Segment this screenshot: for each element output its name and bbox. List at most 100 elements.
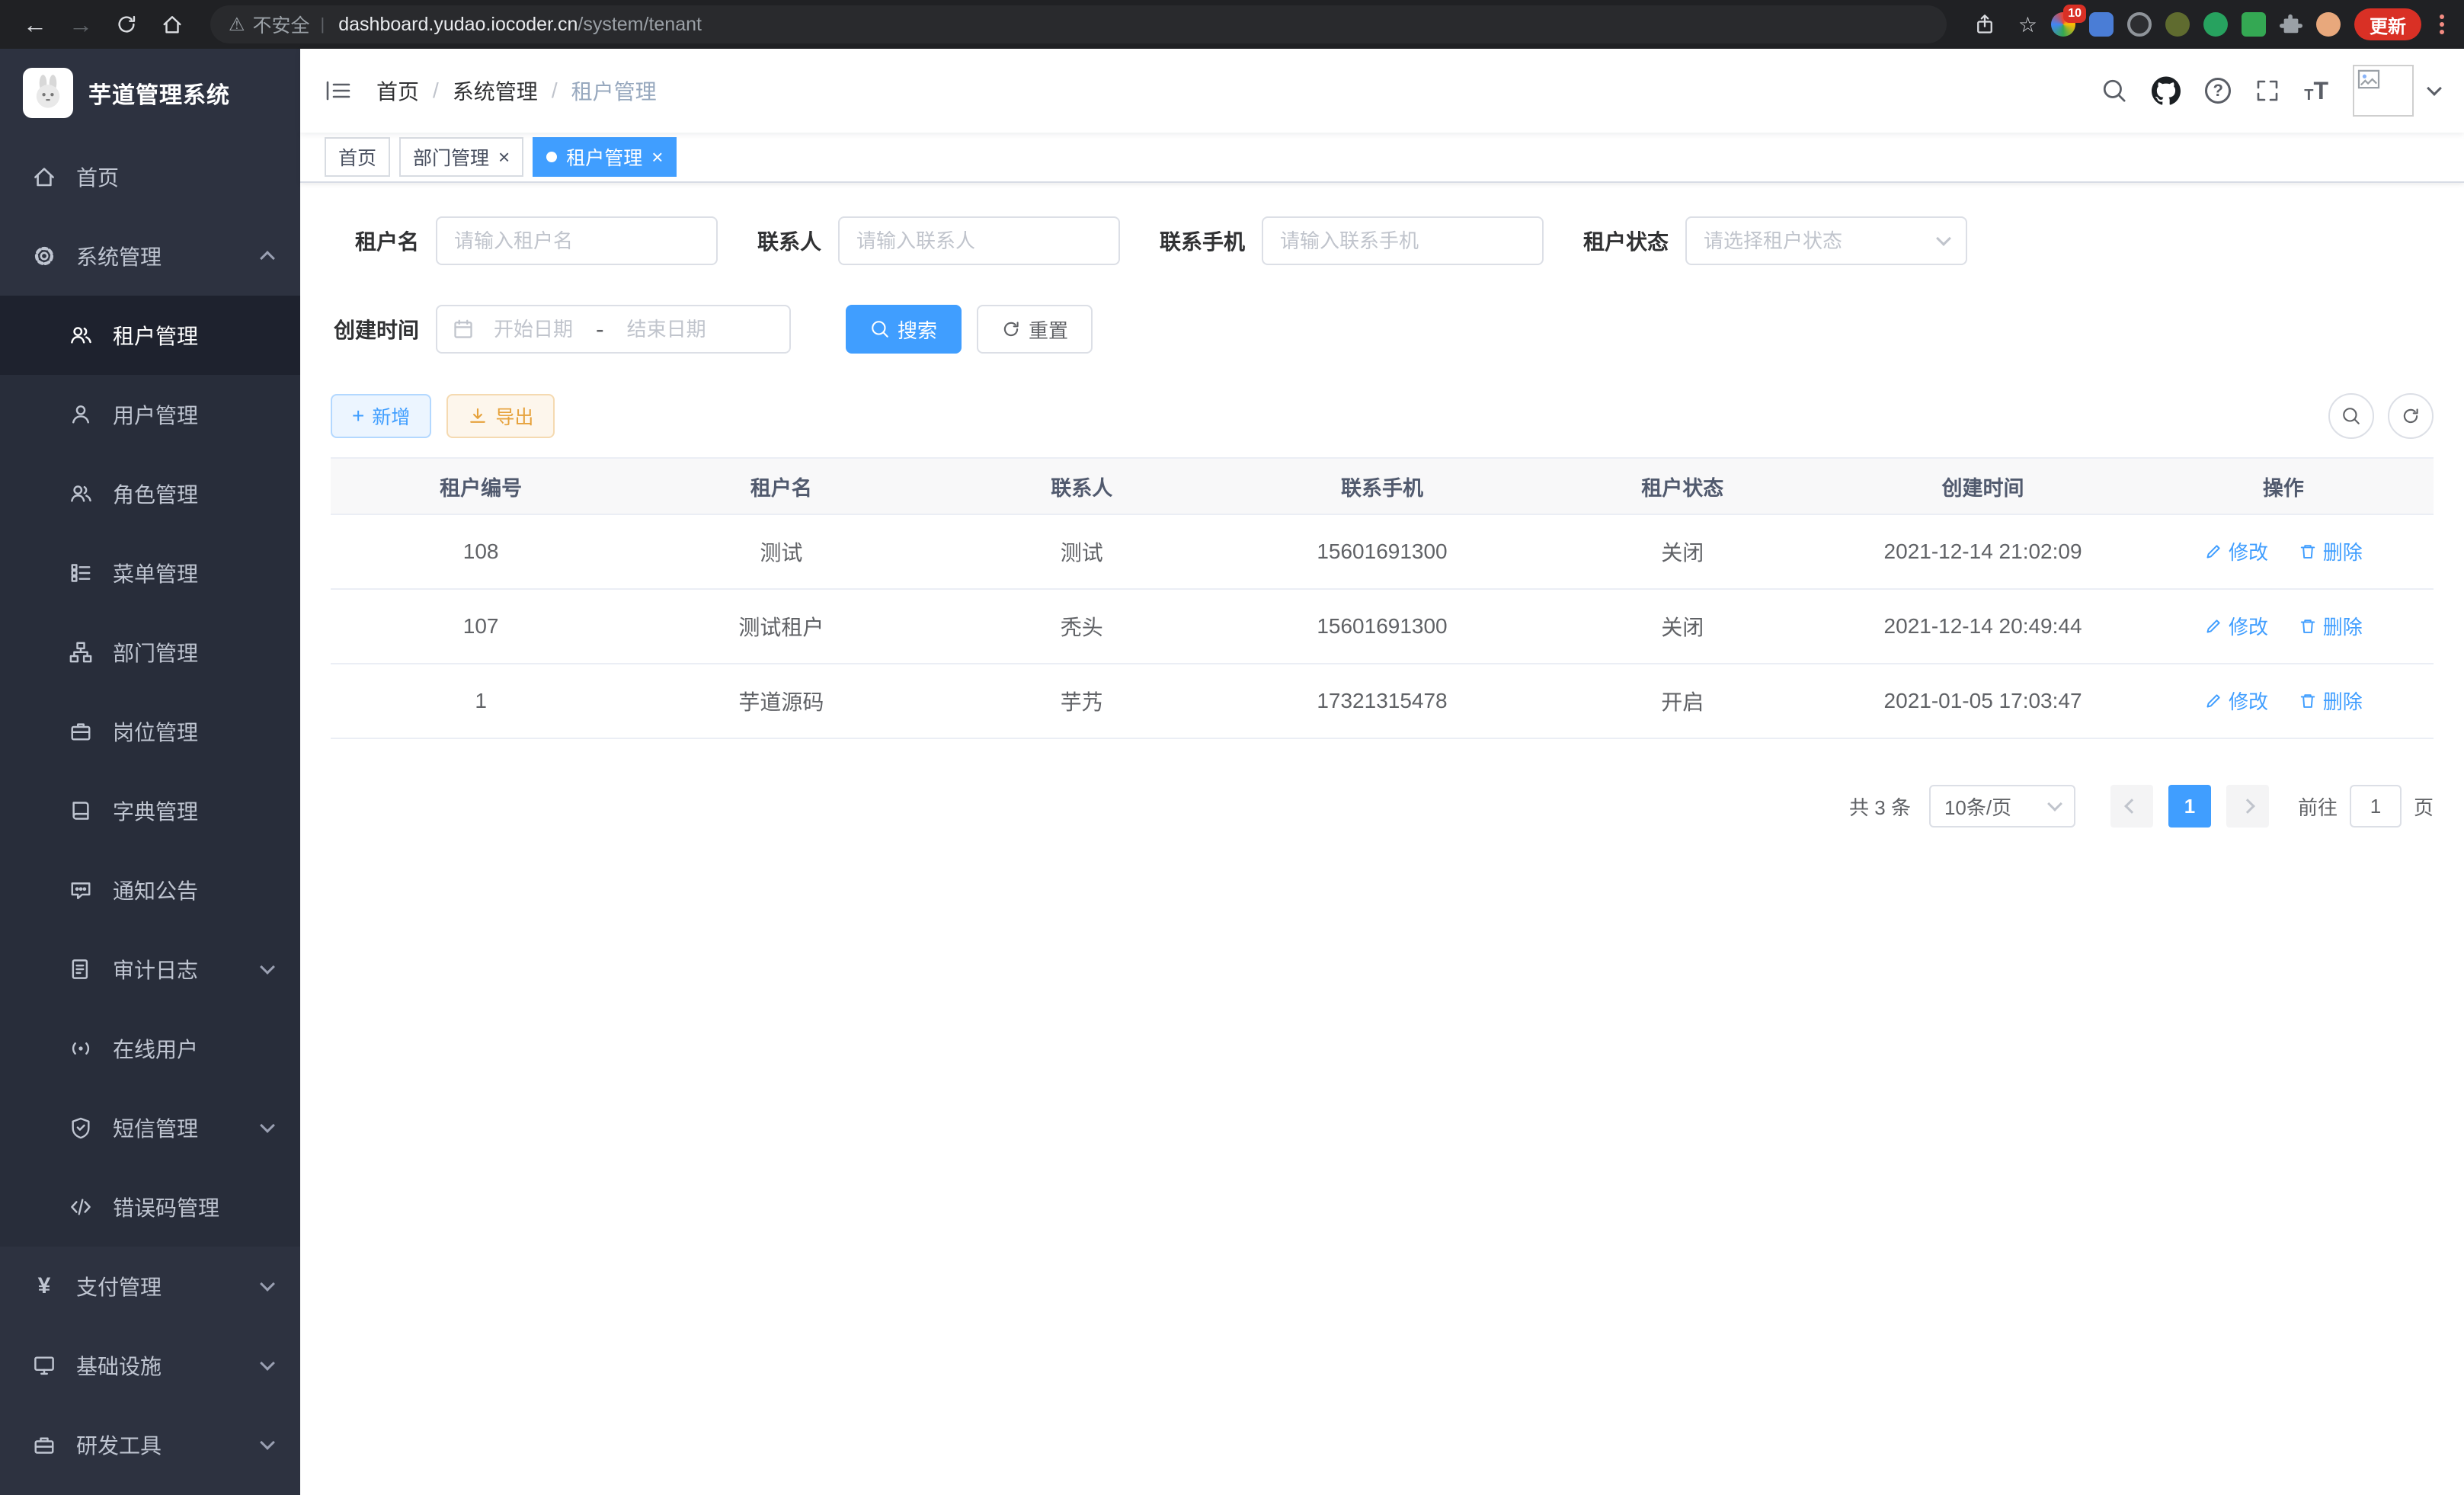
search-icon[interactable]: [2101, 78, 2127, 104]
chevron-down-icon: [260, 1356, 275, 1371]
extension-icon-blue[interactable]: [2089, 12, 2114, 37]
sidebar-item-audit-log[interactable]: 审计日志: [0, 930, 300, 1009]
extension-icon-olive[interactable]: [2165, 12, 2190, 37]
sidebar-item-system[interactable]: 系统管理: [0, 216, 300, 296]
phone-label: 联系手机: [1160, 226, 1245, 256]
logo[interactable]: 芋道管理系统: [0, 49, 300, 137]
extension-badge: 10: [2063, 5, 2086, 23]
sidebar-item-sms[interactable]: 短信管理: [0, 1088, 300, 1167]
sidebar-item-dict[interactable]: 字典管理: [0, 771, 300, 850]
phone-input[interactable]: [1280, 229, 1525, 253]
sidebar-item-label: 部门管理: [113, 637, 198, 667]
breadcrumb-system[interactable]: 系统管理: [453, 75, 538, 106]
help-icon[interactable]: ?: [2205, 78, 2231, 104]
breadcrumb-home[interactable]: 首页: [376, 75, 419, 106]
add-button[interactable]: + 新增: [331, 394, 431, 438]
extension-icon-green-circle[interactable]: [2203, 12, 2228, 37]
delete-button[interactable]: 删除: [2299, 537, 2363, 565]
date-range-picker[interactable]: -: [436, 305, 791, 354]
refresh-button[interactable]: [2388, 393, 2434, 439]
edit-button[interactable]: 修改: [2204, 537, 2268, 565]
logo-image: [23, 68, 73, 118]
cell-actions: 修改 删除: [2133, 589, 2434, 664]
active-dot: [546, 152, 557, 162]
end-date-input[interactable]: [613, 318, 720, 341]
status-select-input[interactable]: [1704, 229, 1938, 253]
sidebar-submenu-system: 租户管理 用户管理 角色管理: [0, 296, 300, 1247]
user-avatar[interactable]: [2353, 65, 2414, 117]
sidebar-item-post[interactable]: 岗位管理: [0, 692, 300, 771]
toggle-search-button[interactable]: [2328, 393, 2374, 439]
tab-home[interactable]: 首页: [325, 137, 390, 177]
delete-button[interactable]: 删除: [2299, 687, 2363, 715]
sidebar-item-label: 基础设施: [76, 1350, 162, 1381]
prev-page-button[interactable]: [2110, 785, 2153, 828]
sidebar-item-label: 菜单管理: [113, 558, 198, 588]
tenant-name-input[interactable]: [454, 229, 699, 253]
contact-input[interactable]: [856, 229, 1102, 253]
next-page-button[interactable]: [2226, 785, 2269, 828]
role-icon: [67, 482, 94, 505]
filter-row-1: 租户名 联系人 联系手机 租户状态: [331, 216, 2434, 265]
status-select[interactable]: [1685, 216, 1967, 265]
add-button-label: 新增: [372, 402, 410, 430]
goto-page-input[interactable]: [2350, 785, 2402, 828]
forward-icon[interactable]: →: [61, 5, 101, 44]
extension-icon-colorful[interactable]: 10: [2051, 12, 2075, 37]
start-date-input[interactable]: [480, 318, 587, 341]
sidebar-item-infra[interactable]: 基础设施: [0, 1326, 300, 1405]
cell-id: 108: [331, 514, 631, 589]
sidebar-item-online-user[interactable]: 在线用户: [0, 1009, 300, 1088]
sidebar-item-role[interactable]: 角色管理: [0, 454, 300, 533]
address-bar[interactable]: ⚠ 不安全 | dashboard.yudao.iocoder.cn/syste…: [210, 5, 1947, 43]
export-button[interactable]: 导出: [446, 394, 555, 438]
status-label: 租户状态: [1583, 226, 1669, 256]
fullscreen-icon[interactable]: [2255, 78, 2280, 103]
tab-dept[interactable]: 部门管理 ×: [399, 137, 523, 177]
goto-label: 前往: [2298, 792, 2338, 821]
sidebar-item-home[interactable]: 首页: [0, 137, 300, 216]
back-icon[interactable]: ←: [15, 5, 55, 44]
sidebar-toggle-icon[interactable]: [325, 78, 352, 104]
shield-icon: [67, 1116, 94, 1139]
share-icon[interactable]: [1965, 5, 2005, 44]
table-toolbar: + 新增 导出: [331, 393, 2434, 439]
export-button-label: 导出: [495, 402, 533, 430]
edit-button[interactable]: 修改: [2204, 687, 2268, 715]
sidebar-item-payment[interactable]: ¥ 支付管理: [0, 1247, 300, 1326]
reload-icon[interactable]: [107, 5, 146, 44]
cell-created: 2021-12-14 20:49:44: [1832, 589, 2133, 664]
update-button[interactable]: 更新: [2354, 8, 2421, 40]
page-number-1[interactable]: 1: [2168, 785, 2211, 828]
github-icon[interactable]: [2152, 76, 2181, 105]
extension-icon-ring[interactable]: [2127, 12, 2152, 37]
extension-icon-green-square[interactable]: [2242, 12, 2266, 37]
tab-tenant[interactable]: 租户管理 ×: [533, 137, 677, 177]
sidebar-item-label: 研发工具: [76, 1429, 162, 1460]
close-icon[interactable]: ×: [498, 147, 510, 167]
browser-menu-icon[interactable]: [2435, 14, 2449, 34]
extensions-puzzle-icon[interactable]: [2280, 13, 2302, 36]
cell-contact: 芋艿: [932, 664, 1232, 738]
delete-button[interactable]: 删除: [2299, 612, 2363, 640]
sidebar-item-dept[interactable]: 部门管理: [0, 613, 300, 692]
page-size-label: 10条/页: [1944, 792, 2011, 821]
close-icon[interactable]: ×: [651, 147, 663, 167]
sidebar-item-tenant[interactable]: 租户管理: [0, 296, 300, 375]
search-button[interactable]: 搜索: [846, 305, 962, 354]
browser-home-icon[interactable]: [152, 5, 192, 44]
reset-button[interactable]: 重置: [977, 305, 1093, 354]
bookmark-star-icon[interactable]: ☆: [2018, 12, 2037, 37]
sidebar-item-notice[interactable]: 通知公告: [0, 850, 300, 930]
sidebar-item-devtools[interactable]: 研发工具: [0, 1405, 300, 1484]
sidebar-item-error-code[interactable]: 错误码管理: [0, 1167, 300, 1247]
page-size-select[interactable]: 10条/页: [1929, 785, 2075, 828]
tags-view: 首页 部门管理 × 租户管理 ×: [300, 133, 2464, 183]
edit-button[interactable]: 修改: [2204, 612, 2268, 640]
sidebar-item-menu[interactable]: 菜单管理: [0, 533, 300, 613]
sidebar-item-user[interactable]: 用户管理: [0, 375, 300, 454]
column-header-actions: 操作: [2133, 458, 2434, 514]
browser-profile-avatar[interactable]: [2316, 12, 2341, 37]
avatar-caret-icon[interactable]: [2427, 81, 2442, 96]
font-size-icon[interactable]: TT: [2304, 78, 2328, 103]
